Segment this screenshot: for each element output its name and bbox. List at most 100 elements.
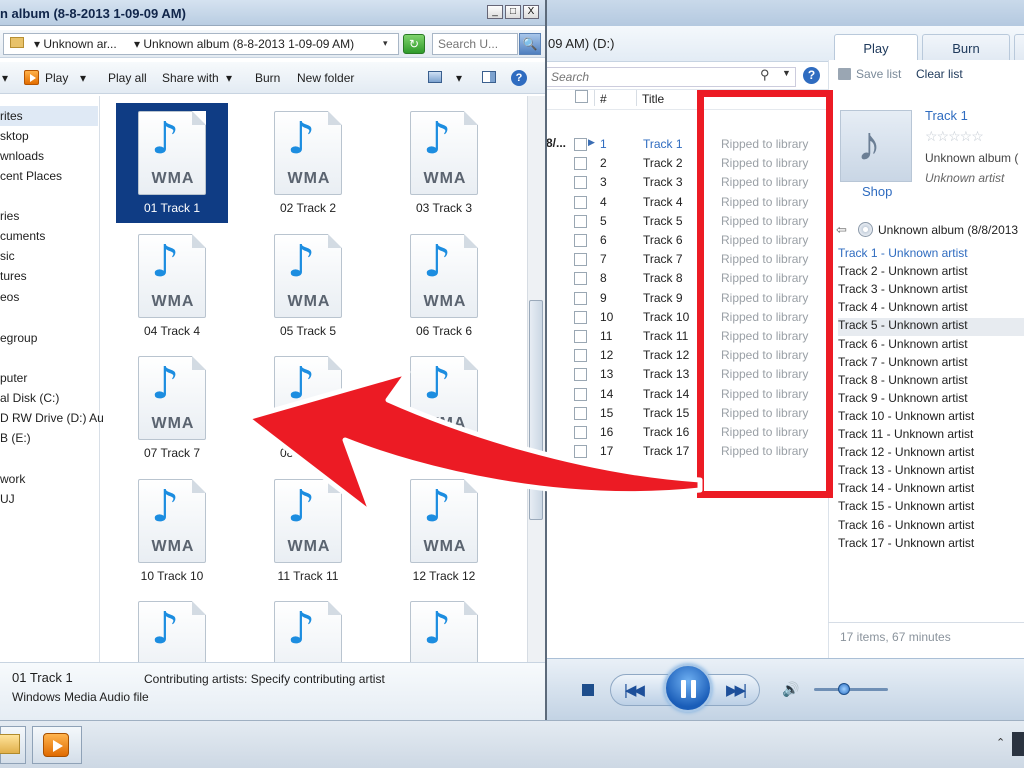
address-dropdown-icon[interactable]: ▾: [383, 38, 388, 49]
file-item[interactable]: ♪ WMA 03 Track 3: [388, 103, 500, 223]
volume-icon[interactable]: 🔊: [782, 681, 799, 698]
file-name[interactable]: 03 Track 3: [388, 201, 500, 215]
play-dropdown-icon[interactable]: ▾: [80, 71, 86, 85]
file-item[interactable]: ♪ WMA 02 Track 2: [252, 103, 364, 223]
track-checkbox[interactable]: [574, 291, 587, 305]
track-title[interactable]: Track 9: [643, 291, 683, 305]
nav-item[interactable]: cuments: [0, 229, 45, 243]
playlist-item[interactable]: Track 17 - Unknown artist: [838, 536, 1024, 554]
previous-button[interactable]: |◀◀: [624, 681, 645, 699]
nav-item[interactable]: B (E:): [0, 431, 31, 445]
nav-item[interactable]: egroup: [0, 331, 37, 345]
close-button[interactable]: X: [523, 5, 539, 19]
track-checkbox[interactable]: [574, 176, 587, 190]
share-with-button[interactable]: Share with: [162, 71, 219, 85]
nav-item[interactable]: ries: [0, 209, 19, 223]
file-name[interactable]: 11 Track 11: [252, 569, 364, 583]
track-title[interactable]: Track 1: [643, 137, 683, 151]
track-title[interactable]: Track 17: [643, 444, 689, 458]
nav-item[interactable]: wnloads: [0, 149, 44, 163]
track-title[interactable]: Track 7: [643, 252, 683, 266]
track-checkbox[interactable]: [574, 253, 587, 267]
volume-slider-handle[interactable]: [838, 683, 850, 695]
file-item[interactable]: ♪ WMA 07 Track 7: [116, 348, 228, 468]
clear-list-button[interactable]: Clear list: [916, 67, 963, 81]
track-checkbox[interactable]: [574, 157, 587, 171]
stop-button[interactable]: [582, 684, 594, 696]
nav-item[interactable]: tures: [0, 269, 27, 283]
track-title[interactable]: Track 14: [643, 387, 689, 401]
track-checkbox[interactable]: [574, 272, 587, 286]
pause-button[interactable]: [664, 664, 712, 712]
track-title[interactable]: Track 15: [643, 406, 689, 420]
file-item[interactable]: ♪ WMA 04 Track 4: [116, 226, 228, 346]
playlist-item[interactable]: Track 15 - Unknown artist: [838, 499, 1024, 517]
file-name[interactable]: 09 Track 9: [388, 446, 500, 460]
now-playing-title[interactable]: Track 1: [925, 108, 968, 123]
track-checkbox[interactable]: [574, 426, 587, 439]
search-options-dropdown-icon[interactable]: ▼: [782, 68, 791, 78]
wmp-search-input[interactable]: [546, 67, 796, 87]
column-divider[interactable]: [594, 90, 595, 106]
track-checkbox[interactable]: [574, 195, 587, 209]
organize-dropdown-icon[interactable]: ▾: [2, 71, 8, 85]
file-item[interactable]: ♪ WMA 09 Track 9: [388, 348, 500, 468]
play-all-button[interactable]: Play all: [108, 71, 147, 85]
view-dropdown-icon[interactable]: ▾: [456, 71, 462, 85]
playlist-item[interactable]: Track 16 - Unknown artist: [838, 518, 1024, 536]
file-item[interactable]: ♪ WMA 01 Track 1: [116, 103, 228, 223]
play-button[interactable]: Play: [45, 71, 68, 85]
nav-item[interactable]: cent Places: [0, 169, 62, 183]
help-icon[interactable]: ?: [511, 70, 527, 86]
nav-item[interactable]: work: [0, 472, 25, 486]
track-checkbox[interactable]: [574, 330, 587, 343]
file-name[interactable]: 02 Track 2: [252, 201, 364, 215]
track-title[interactable]: Track 12: [643, 348, 689, 362]
playlist-item[interactable]: Track 7 - Unknown artist: [838, 355, 1024, 373]
new-folder-button[interactable]: New folder: [297, 71, 354, 85]
track-title[interactable]: Track 2: [643, 156, 683, 170]
playlist-item[interactable]: Track 4 - Unknown artist: [838, 300, 1024, 318]
column-header-number[interactable]: #: [600, 92, 607, 106]
maximize-button[interactable]: □: [505, 5, 521, 19]
file-item[interactable]: ♪ WMA 06 Track 6: [388, 226, 500, 346]
playlist-item[interactable]: Track 3 - Unknown artist: [838, 282, 1024, 300]
track-title[interactable]: Track 6: [643, 233, 683, 247]
file-item[interactable]: ♪ WMA 11 Track 11: [252, 471, 364, 591]
playlist-item[interactable]: Track 1 - Unknown artist: [838, 246, 1024, 264]
file-name[interactable]: 07 Track 7: [116, 446, 228, 460]
search-input[interactable]: [432, 33, 518, 55]
show-hidden-icons-button[interactable]: ⌃: [996, 736, 1005, 749]
playlist-item[interactable]: Track 11 - Unknown artist: [838, 427, 1024, 445]
track-checkbox[interactable]: [574, 406, 587, 420]
file-item[interactable]: ♪ WMA 10 Track 10: [116, 471, 228, 591]
track-checkbox[interactable]: [574, 387, 587, 401]
file-item[interactable]: ♪ WMA 12 Track 12: [388, 471, 500, 591]
help-icon[interactable]: ?: [803, 67, 820, 84]
track-title[interactable]: Track 4: [643, 195, 683, 209]
playlist-item[interactable]: Track 2 - Unknown artist: [838, 264, 1024, 282]
track-checkbox[interactable]: [574, 214, 587, 228]
track-checkbox[interactable]: [574, 310, 587, 324]
nav-item[interactable]: eos: [0, 290, 19, 304]
burn-button[interactable]: Burn: [255, 71, 280, 85]
track-checkbox[interactable]: [574, 445, 587, 459]
track-checkbox[interactable]: [574, 368, 587, 382]
back-arrow-icon[interactable]: ⇦: [836, 222, 847, 238]
album-art[interactable]: ♪: [840, 110, 912, 182]
scrollbar-thumb[interactable]: [529, 300, 543, 520]
track-checkbox[interactable]: [574, 349, 587, 363]
track-title[interactable]: Track 3: [643, 175, 683, 189]
change-view-icon[interactable]: [428, 71, 442, 83]
track-title[interactable]: Track 10: [643, 310, 689, 324]
refresh-button[interactable]: ↻: [403, 34, 425, 54]
playlist-item[interactable]: Track 5 - Unknown artist: [838, 318, 1024, 337]
file-name[interactable]: 05 Track 5: [252, 324, 364, 338]
track-title[interactable]: Track 16: [643, 425, 689, 439]
rating-stars[interactable]: ☆☆☆☆☆: [925, 128, 984, 145]
file-item[interactable]: ♪ WMA 05 Track 5: [252, 226, 364, 346]
file-name[interactable]: 12 Track 12: [388, 569, 500, 583]
search-icon[interactable]: ⚲: [760, 67, 770, 83]
playlist-item[interactable]: Track 6 - Unknown artist: [838, 337, 1024, 355]
file-name[interactable]: 06 Track 6: [388, 324, 500, 338]
